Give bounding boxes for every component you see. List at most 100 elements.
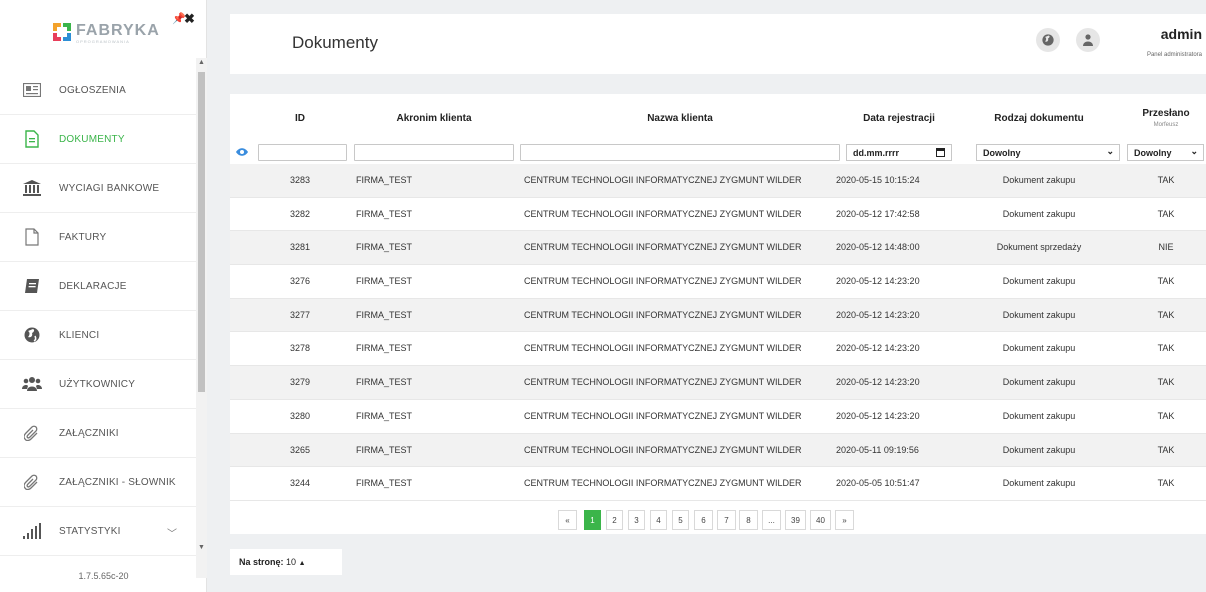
pagination-page[interactable]: 39	[785, 510, 806, 530]
sidebar-item-klienci[interactable]: KLIENCI	[0, 311, 196, 360]
sidebar-item-zalaczniki-slownik[interactable]: ZAŁĄCZNIKI - SŁOWNIK	[0, 458, 196, 507]
cell-id: 3278	[290, 343, 311, 354]
cell-acronym: FIRMA_TEST	[356, 208, 413, 219]
cell-client: CENTRUM TECHNOLOGII INFORMATYCZNEJ ZYGMU…	[524, 343, 802, 354]
app: FABRYKA OPROGRAMOWANIA 📌 ✖ OGŁOSZENIA DO…	[0, 0, 1206, 592]
pagination-page[interactable]: 4	[650, 510, 667, 530]
column-header-id[interactable]: ID	[270, 94, 330, 142]
table-row[interactable]: 3280 FIRMA_TEST CENTRUM TECHNOLOGII INFO…	[230, 400, 1206, 434]
sidebar-item-deklaracje[interactable]: DEKLARACJE	[0, 262, 196, 311]
user-icon	[1083, 34, 1093, 46]
cell-date: 2020-05-12 14:23:20	[836, 377, 920, 388]
sidebar-item-faktury[interactable]: FAKTURY	[0, 213, 196, 262]
cell-sent: TAK	[1157, 276, 1175, 287]
cell-date: 2020-05-12 14:23:20	[836, 410, 920, 421]
cell-acronym: FIRMA_TEST	[356, 410, 413, 421]
chevron-down-icon[interactable]: ﹀	[167, 525, 177, 540]
column-header-sent-label: Przesłano	[1142, 108, 1190, 119]
sent-filter-select[interactable]: Dowolny ⌄	[1127, 144, 1204, 161]
newspaper-icon	[22, 80, 42, 100]
sidebar-item-label: OGŁOSZENIA	[59, 84, 127, 96]
pagination-page[interactable]: 8	[739, 510, 758, 530]
client-filter-input[interactable]	[520, 144, 840, 161]
close-icon[interactable]: ✖	[184, 11, 195, 27]
column-header-date[interactable]: Data rejestracji	[844, 94, 954, 142]
table-row[interactable]: 3283 FIRMA_TEST CENTRUM TECHNOLOGII INFO…	[230, 164, 1206, 198]
date-filter-input[interactable]: dd.mm.rrrr	[846, 144, 952, 161]
table-row[interactable]: 3265 FIRMA_TEST CENTRUM TECHNOLOGII INFO…	[230, 433, 1206, 468]
pagination-page[interactable]: 1	[584, 510, 601, 530]
column-header-type[interactable]: Rodzaj dokumentu	[974, 94, 1104, 142]
pagination-ellipsis: ...	[762, 510, 781, 530]
cell-type: Dokument zakupu	[1002, 208, 1076, 219]
sidebar-item-ogloszenia[interactable]: OGŁOSZENIA	[0, 66, 196, 115]
sidebar-item-dokumenty[interactable]: DOKUMENTY	[0, 115, 196, 164]
cell-client: CENTRUM TECHNOLOGII INFORMATYCZNEJ ZYGMU…	[524, 208, 802, 219]
scroll-down-icon[interactable]: ▼	[198, 544, 205, 551]
pagination-prev[interactable]: «	[558, 510, 577, 530]
cell-type: Dokument zakupu	[1002, 377, 1076, 388]
pagination-page[interactable]: 7	[717, 510, 736, 530]
column-header-acronym[interactable]: Akronim klienta	[354, 94, 514, 142]
table-body: 3283 FIRMA_TEST CENTRUM TECHNOLOGII INFO…	[230, 164, 1206, 501]
page-header: Dokumenty admin Panel administratora	[230, 14, 1206, 74]
table-row[interactable]: 3281 FIRMA_TEST CENTRUM TECHNOLOGII INFO…	[230, 231, 1206, 266]
logo-subtext: OPROGRAMOWANIA	[76, 39, 130, 44]
table-row[interactable]: 3276 FIRMA_TEST CENTRUM TECHNOLOGII INFO…	[230, 265, 1206, 299]
cell-id: 3282	[290, 208, 311, 219]
table-row[interactable]: 3282 FIRMA_TEST CENTRUM TECHNOLOGII INFO…	[230, 198, 1206, 232]
cell-acronym: FIRMA_TEST	[356, 377, 413, 388]
cell-date: 2020-05-11 09:19:56	[836, 444, 919, 455]
table-row[interactable]: 3244 FIRMA_TEST CENTRUM TECHNOLOGII INFO…	[230, 467, 1206, 501]
pagination-page[interactable]: 3	[628, 510, 645, 530]
cell-acronym: FIRMA_TEST	[356, 175, 413, 185]
sidebar-item-label: FAKTURY	[59, 231, 107, 243]
pagination-page[interactable]: 2	[606, 510, 623, 530]
cell-type: Dokument zakupu	[1002, 175, 1076, 185]
cell-acronym: FIRMA_TEST	[356, 309, 413, 320]
notebook-icon	[22, 276, 42, 296]
cell-id: 3277	[290, 309, 311, 320]
user-menu-button[interactable]	[1076, 28, 1100, 52]
id-filter-input[interactable]	[258, 144, 347, 161]
acronym-filter-input[interactable]	[354, 144, 514, 161]
cell-date: 2020-05-05 10:51:47	[836, 478, 920, 489]
sidebar-item-wyciagi-bankowe[interactable]: WYCIAGI BANKOWE	[0, 164, 196, 213]
pagination-page[interactable]: 6	[694, 510, 713, 530]
column-header-sent[interactable]: Przesłano Morfeusz	[1126, 94, 1206, 142]
cell-type: Dokument zakupu	[1002, 309, 1076, 320]
user-role: Panel administratora	[1146, 52, 1202, 58]
column-header-client[interactable]: Nazwa klienta	[520, 94, 840, 142]
pagination-next[interactable]: »	[835, 510, 854, 530]
type-filter-select[interactable]: Dowolny ⌄	[976, 144, 1120, 161]
date-filter-placeholder: dd.mm.rrrr	[853, 148, 900, 158]
pagination-page[interactable]: 40	[810, 510, 831, 530]
table-row[interactable]: 3277 FIRMA_TEST CENTRUM TECHNOLOGII INFO…	[230, 298, 1206, 333]
pagination: « 1 2 3 4 5 6 7 8 ... 39 40 »	[230, 510, 1206, 530]
scroll-up-icon[interactable]: ▲	[198, 59, 205, 66]
table-row[interactable]: 3279 FIRMA_TEST CENTRUM TECHNOLOGII INFO…	[230, 366, 1206, 400]
per-page-selector[interactable]: Na stronę: 10 ▲	[230, 549, 342, 575]
cell-date: 2020-05-12 14:48:00	[836, 242, 920, 253]
logo-text: FABRYKA	[76, 22, 160, 39]
per-page-value: 10	[286, 557, 297, 567]
cell-acronym: FIRMA_TEST	[356, 444, 413, 455]
sidebar-item-label: UŻYTKOWNICY	[59, 378, 136, 390]
calendar-icon[interactable]	[936, 148, 945, 157]
cell-id: 3276	[290, 276, 311, 287]
sidebar-item-statystyki[interactable]: STATYSTYKI ﹀	[0, 507, 196, 556]
cell-id: 3281	[290, 242, 311, 253]
cell-sent: NIE	[1158, 242, 1174, 253]
pagination-page[interactable]: 5	[672, 510, 689, 530]
paperclip-icon	[22, 423, 42, 443]
column-header-sent-sub: Morfeusz	[1153, 122, 1179, 128]
sidebar-item-zalaczniki[interactable]: ZAŁĄCZNIKI	[0, 409, 196, 458]
logo-icon	[53, 23, 71, 41]
cell-date: 2020-05-15 10:15:24	[836, 175, 920, 185]
table-row[interactable]: 3278 FIRMA_TEST CENTRUM TECHNOLOGII INFO…	[230, 332, 1206, 367]
eye-icon[interactable]	[236, 146, 248, 158]
sidebar-item-uzytkownicy[interactable]: UŻYTKOWNICY	[0, 360, 196, 409]
globe-icon	[1042, 34, 1054, 46]
language-button[interactable]	[1036, 28, 1060, 52]
sidebar-scrollbar-thumb[interactable]	[198, 72, 205, 392]
